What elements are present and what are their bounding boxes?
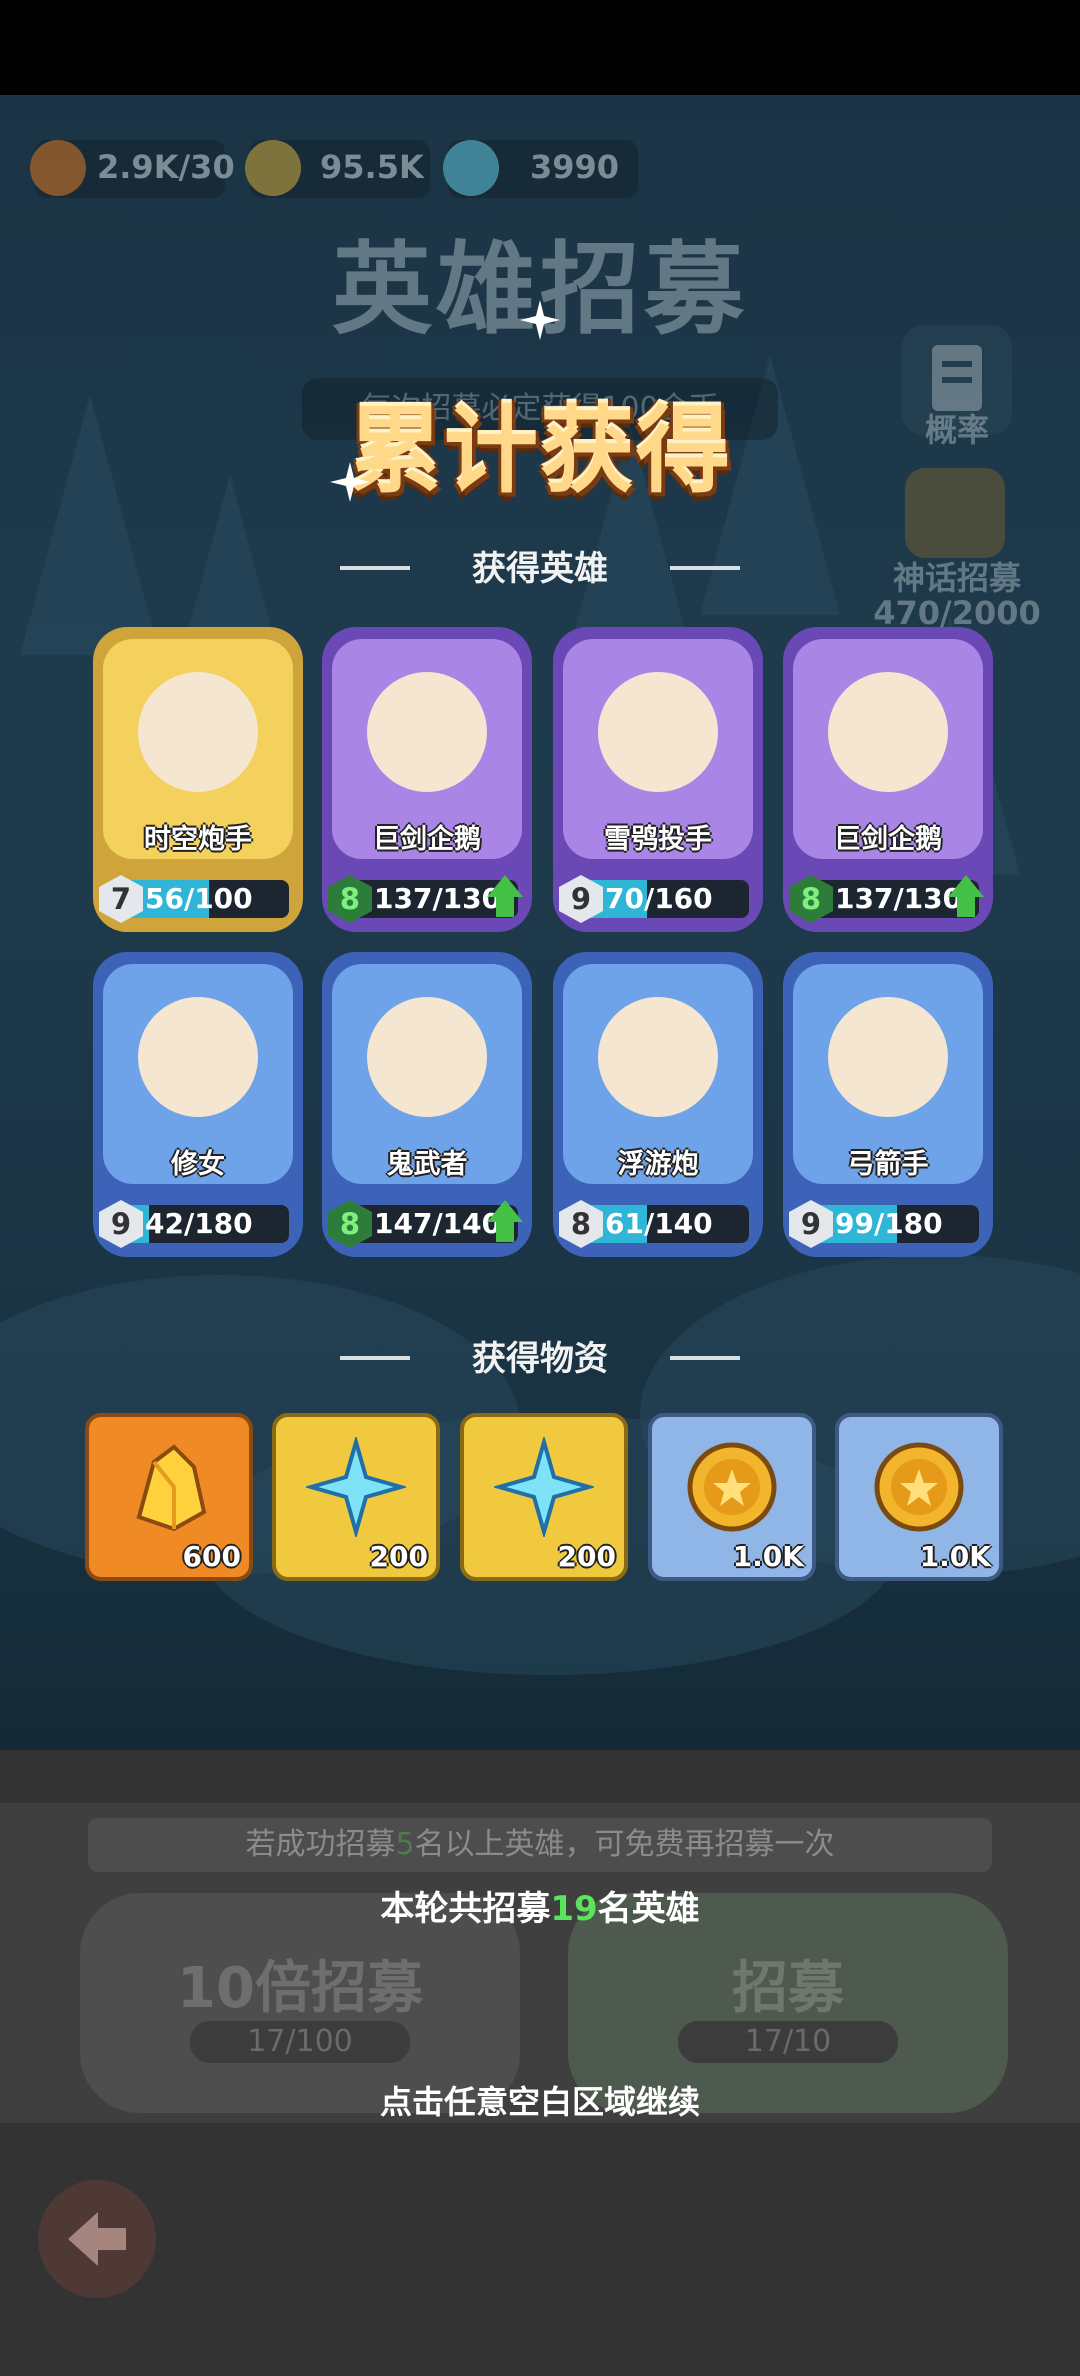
- mythic-badge-icon[interactable]: [905, 468, 1005, 558]
- reward-item[interactable]: 1.0K: [835, 1413, 1003, 1581]
- arrow-left-icon: [68, 2212, 126, 2266]
- heroes-section-title: 获得英雄: [472, 549, 608, 589]
- heroes-section-header: 获得英雄: [340, 544, 740, 594]
- gem-counter: 3990: [443, 140, 638, 198]
- single-recruit-progress: 17/10: [678, 2021, 898, 2063]
- hero-portrait: [828, 672, 948, 792]
- divider: [670, 1356, 740, 1360]
- reward-quantity: 1.0K: [732, 1540, 804, 1573]
- upgrade-arrow-stem: [496, 1220, 514, 1242]
- hero-card[interactable]: 巨剑企鹅 137/130 8: [783, 627, 993, 932]
- sparkle-icon: [520, 300, 560, 340]
- hero-card[interactable]: 时空炮手 56/100 7: [93, 627, 303, 932]
- mythic-label: 神话招募: [892, 559, 1021, 597]
- hero-name: 浮游炮: [617, 1149, 699, 1180]
- hero-portrait: [367, 997, 487, 1117]
- reward-quantity: 600: [182, 1540, 241, 1573]
- fire-icon: [30, 140, 86, 196]
- hero-card[interactable]: 鬼武者 147/140 8: [322, 952, 532, 1257]
- hero-card[interactable]: 浮游炮 61/140 8: [553, 952, 763, 1257]
- hint-suffix: 名以上英雄，可免费再招募一次: [414, 1827, 835, 1862]
- hero-portrait: [828, 997, 948, 1117]
- free-recruit-hint: 若成功招募5名以上英雄，可免费再招募一次: [88, 1818, 992, 1872]
- hero-card[interactable]: 巨剑企鹅 137/130 8: [322, 627, 532, 932]
- gold-crystal-icon: [136, 1444, 207, 1532]
- hint-count: 5: [395, 1827, 415, 1862]
- single-recruit-label: 招募: [732, 1956, 844, 2021]
- ten-recruit-label: 10倍招募: [177, 1956, 423, 2021]
- hero-card[interactable]: 弓箭手 99/180 9: [783, 952, 993, 1257]
- hero-portrait: [138, 672, 258, 792]
- blue-snowflake-icon: [306, 1437, 406, 1537]
- hero-name: 弓箭手: [847, 1149, 929, 1180]
- hero-progress-text: 137/130: [374, 882, 502, 915]
- summary-count: 19: [550, 1889, 598, 1929]
- reward-quantity: 1.0K: [919, 1540, 991, 1573]
- hero-portrait: [138, 997, 258, 1117]
- hero-name: 修女: [171, 1149, 225, 1180]
- hero-progress-text: 99/180: [835, 1207, 943, 1240]
- upgrade-arrow-stem: [957, 895, 975, 917]
- gem-value: 3990: [530, 148, 620, 186]
- hero-progress-text: 147/140: [374, 1207, 502, 1240]
- reward-item[interactable]: 1.0K: [648, 1413, 816, 1581]
- upgrade-arrow-icon: [487, 1200, 523, 1222]
- reward-item[interactable]: 200: [272, 1413, 440, 1581]
- hero-name: 鬼武者: [386, 1149, 468, 1180]
- back-button[interactable]: [38, 2180, 156, 2298]
- sparkle-icon: [330, 462, 370, 502]
- divider: [340, 1356, 410, 1360]
- status-bar: [0, 0, 1080, 95]
- hero-progress-text: 42/180: [145, 1207, 253, 1240]
- items-section-header: 获得物资: [340, 1334, 740, 1384]
- coin-counter: 95.5K: [245, 140, 430, 198]
- reward-quantity: 200: [369, 1540, 428, 1573]
- hero-progress-text: 61/140: [605, 1207, 713, 1240]
- reward-quantity: 200: [557, 1540, 616, 1573]
- hero-card[interactable]: 修女 42/180 9: [93, 952, 303, 1257]
- summary-prefix: 本轮共招募: [380, 1889, 551, 1929]
- ten-recruit-progress: 17/100: [190, 2021, 410, 2063]
- upgrade-arrow-icon: [948, 875, 984, 897]
- hero-name: 时空炮手: [144, 824, 252, 855]
- items-section-title: 获得物资: [472, 1339, 608, 1379]
- hero-portrait: [598, 672, 718, 792]
- divider: [340, 566, 410, 570]
- hero-card[interactable]: 雪鸮投手 70/160 9: [553, 627, 763, 932]
- summary-suffix: 名英雄: [597, 1889, 700, 1929]
- gold-coin-icon: [687, 1442, 777, 1532]
- coin-value: 95.5K: [320, 148, 424, 186]
- reward-item[interactable]: 600: [85, 1413, 253, 1581]
- hero-name: 巨剑企鹅: [834, 824, 942, 855]
- energy-value: 2.9K/30: [97, 148, 235, 186]
- hero-progress-text: 70/160: [605, 882, 713, 915]
- divider: [670, 566, 740, 570]
- upgrade-arrow-icon: [487, 875, 523, 897]
- snow-tree: [20, 395, 160, 655]
- hero-portrait: [598, 997, 718, 1117]
- hero-progress-text: 56/100: [145, 882, 253, 915]
- blue-snowflake-icon: [494, 1437, 594, 1537]
- energy-counter: 2.9K/30: [30, 140, 235, 198]
- hint-prefix: 若成功招募: [245, 1827, 396, 1862]
- hero-name: 雪鸮投手: [604, 824, 712, 855]
- hero-progress-text: 137/130: [835, 882, 963, 915]
- tap-to-continue[interactable]: 点击任意空白区域继续: [240, 2077, 840, 2127]
- reward-item[interactable]: 200: [460, 1413, 628, 1581]
- probability-label: 概率: [924, 411, 989, 449]
- hero-portrait: [367, 672, 487, 792]
- gold-coin-icon: [874, 1442, 964, 1532]
- hero-name: 巨剑企鹅: [373, 824, 481, 855]
- coin-icon: [245, 140, 301, 196]
- recruit-summary: 本轮共招募19名英雄: [240, 1884, 840, 1934]
- upgrade-arrow-stem: [496, 895, 514, 917]
- snowflake-icon: [443, 140, 499, 196]
